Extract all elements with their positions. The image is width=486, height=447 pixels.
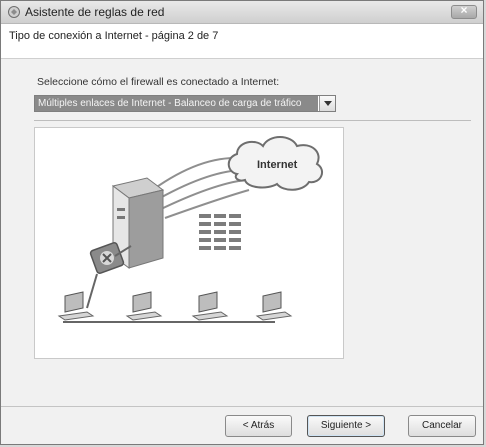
close-icon: ×: [460, 3, 468, 17]
back-button[interactable]: < Atrás: [225, 415, 292, 437]
dropdown-arrow-icon[interactable]: [319, 96, 335, 111]
network-diagram: Internet: [34, 127, 344, 359]
connection-type-label: Seleccione cómo el firewall es conectado…: [37, 76, 280, 88]
client-computer-icon: [191, 291, 229, 321]
client-computer-icon: [125, 291, 163, 321]
network-wizard-icon: [8, 6, 20, 18]
connection-type-value: Múltiples enlaces de Internet - Balanceo…: [35, 96, 318, 111]
router-lan-link: [86, 273, 98, 309]
window-title: Asistente de reglas de red: [25, 5, 165, 19]
internet-cloud-icon: Internet: [227, 136, 324, 191]
cloud-label: Internet: [257, 159, 298, 171]
divider: [34, 120, 471, 121]
connection-type-select[interactable]: Múltiples enlaces de Internet - Balanceo…: [34, 95, 336, 112]
footer-divider: [1, 406, 483, 407]
routing-table-icon: [199, 214, 241, 250]
wizard-window: Asistente de reglas de red × Tipo de con…: [0, 0, 484, 445]
close-button[interactable]: ×: [451, 3, 477, 19]
page-title: Tipo de conexión a Internet - página 2 d…: [9, 30, 219, 42]
wizard-header: Tipo de conexión a Internet - página 2 d…: [1, 24, 483, 59]
next-button[interactable]: Siguiente >: [307, 415, 385, 437]
client-computer-icon: [255, 291, 293, 321]
cancel-button[interactable]: Cancelar: [408, 415, 476, 437]
title-bar: Asistente de reglas de red ×: [1, 1, 483, 24]
